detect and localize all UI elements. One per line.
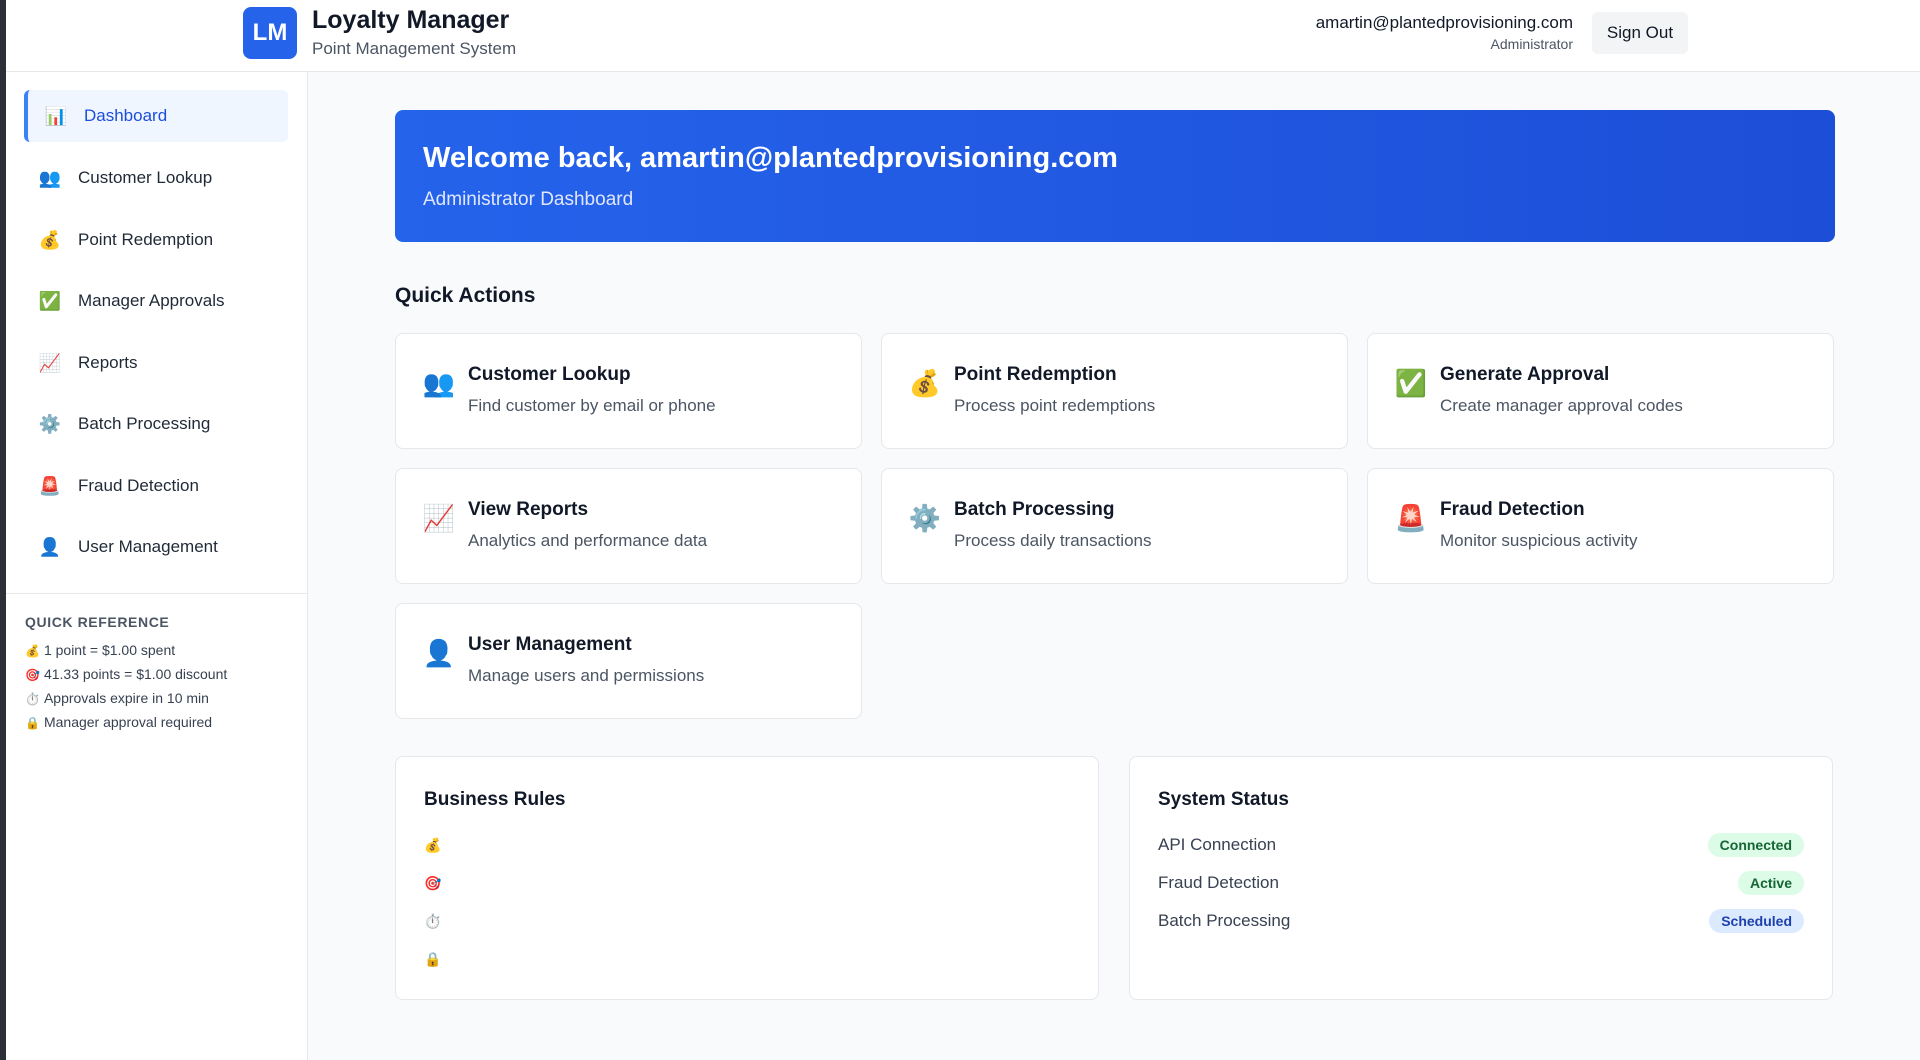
system-status-panel: System Status API Connection Connected F…	[1129, 756, 1833, 1000]
chart-up-icon: 📈	[422, 503, 456, 533]
sign-out-button[interactable]: Sign Out	[1592, 12, 1688, 54]
money-bag-icon: 💰	[38, 229, 62, 250]
top-header: LM Loyalty Manager Point Management Syst…	[6, 0, 1920, 72]
business-rules-panel: Business Rules 💰 🎯 ⏱️ 🔒	[395, 756, 1099, 1000]
bar-chart-icon: 📊	[44, 105, 68, 126]
action-card-title: User Management	[468, 634, 632, 655]
sidebar-item-batch-processing[interactable]: ⚙️ Batch Processing	[24, 398, 288, 450]
user-email: amartin@plantedprovisioning.com	[1315, 13, 1573, 32]
system-status-title: System Status	[1158, 789, 1289, 810]
sidebar-item-dashboard[interactable]: 📊 Dashboard	[24, 90, 288, 142]
user-role: Administrator	[1490, 36, 1573, 52]
app-subtitle: Point Management System	[312, 39, 517, 58]
status-row-fraud: Fraud Detection Active	[1158, 871, 1804, 897]
sidebar-item-label: Point Redemption	[78, 230, 214, 249]
action-card-title: Generate Approval	[1440, 364, 1610, 385]
action-card-point-redemption[interactable]: 💰 Point Redemption Process point redempt…	[881, 333, 1348, 449]
quick-actions-title: Quick Actions	[395, 284, 536, 307]
action-card-title: Fraud Detection	[1440, 499, 1585, 520]
lock-icon: 🔒	[25, 716, 40, 730]
check-mark-icon: ✅	[38, 290, 62, 311]
action-card-desc: Process point redemptions	[954, 396, 1156, 415]
action-card-title: View Reports	[468, 499, 589, 520]
action-card-view-reports[interactable]: 📈 View Reports Analytics and performance…	[395, 468, 862, 584]
app-title: Loyalty Manager	[312, 6, 510, 34]
sidebar-divider	[6, 593, 308, 594]
business-rules-title: Business Rules	[424, 789, 566, 810]
action-card-desc: Find customer by email or phone	[468, 396, 716, 415]
lock-icon: 🔒	[424, 951, 442, 967]
action-card-desc: Create manager approval codes	[1440, 396, 1683, 415]
user-icon: 👤	[38, 536, 62, 557]
welcome-subtitle: Administrator Dashboard	[423, 189, 634, 210]
stopwatch-icon: ⏱️	[25, 692, 40, 706]
quick-reference-item: ⏱️ Approvals expire in 10 min	[25, 690, 209, 706]
user-icon: 👤	[422, 638, 456, 668]
action-card-batch-processing[interactable]: ⚙️ Batch Processing Process daily transa…	[881, 468, 1348, 584]
quick-reference-item: 💰 1 point = $1.00 spent	[25, 642, 176, 658]
status-label: Fraud Detection	[1158, 873, 1279, 892]
sidebar-item-label: User Management	[78, 537, 218, 556]
sidebar-item-customer-lookup[interactable]: 👥 Customer Lookup	[24, 152, 288, 204]
sidebar-item-point-redemption[interactable]: 💰 Point Redemption	[24, 214, 288, 266]
logo-badge: LM	[243, 7, 297, 59]
action-card-title: Batch Processing	[954, 499, 1115, 520]
action-card-desc: Process daily transactions	[954, 531, 1152, 550]
action-card-desc: Monitor suspicious activity	[1440, 531, 1638, 550]
welcome-title: Welcome back, amartin@plantedprovisionin…	[423, 142, 1118, 174]
action-card-title: Customer Lookup	[468, 364, 631, 385]
gear-icon: ⚙️	[38, 413, 62, 434]
sidebar: 📊 Dashboard 👥 Customer Lookup 💰 Point Re…	[6, 72, 308, 1060]
sidebar-item-label: Reports	[78, 353, 138, 372]
sidebar-item-fraud-detection[interactable]: 🚨 Fraud Detection	[24, 460, 288, 512]
users-icon: 👥	[422, 368, 456, 398]
action-card-desc: Analytics and performance data	[468, 531, 708, 550]
status-badge: Connected	[1707, 833, 1804, 857]
users-icon: 👥	[38, 167, 62, 188]
status-badge: Scheduled	[1709, 909, 1804, 933]
sidebar-item-label: Fraud Detection	[78, 476, 199, 495]
sidebar-item-reports[interactable]: 📈 Reports	[24, 337, 288, 389]
status-label: Batch Processing	[1158, 911, 1291, 930]
money-bag-icon: 💰	[424, 837, 442, 853]
sidebar-item-label: Dashboard	[84, 106, 168, 125]
status-row-batch: Batch Processing Scheduled	[1158, 909, 1804, 935]
siren-icon: 🚨	[38, 475, 62, 496]
sidebar-item-label: Manager Approvals	[78, 291, 225, 310]
sidebar-item-label: Customer Lookup	[78, 168, 213, 187]
status-label: API Connection	[1158, 835, 1277, 854]
action-card-generate-approval[interactable]: ✅ Generate Approval Create manager appro…	[1367, 333, 1834, 449]
action-card-user-management[interactable]: 👤 User Management Manage users and permi…	[395, 603, 862, 719]
action-card-fraud-detection[interactable]: 🚨 Fraud Detection Monitor suspicious act…	[1367, 468, 1834, 584]
chart-up-icon: 📈	[38, 352, 62, 373]
gear-icon: ⚙️	[908, 503, 942, 533]
siren-icon: 🚨	[1394, 503, 1428, 533]
target-icon: 🎯	[424, 875, 442, 891]
action-card-customer-lookup[interactable]: 👥 Customer Lookup Find customer by email…	[395, 333, 862, 449]
welcome-banner: Welcome back, amartin@plantedprovisionin…	[395, 110, 1835, 242]
quick-reference-item: 🔒 Manager approval required	[25, 714, 213, 730]
check-mark-icon: ✅	[1394, 368, 1428, 398]
target-icon: 🎯	[25, 668, 40, 682]
status-row-api: API Connection Connected	[1158, 833, 1804, 859]
stopwatch-icon: ⏱️	[424, 913, 442, 929]
action-card-title: Point Redemption	[954, 364, 1117, 385]
money-bag-icon: 💰	[25, 644, 40, 658]
quick-reference-title: QUICK REFERENCE	[25, 614, 170, 630]
quick-reference-item: 🎯 41.33 points = $1.00 discount	[25, 666, 228, 682]
sidebar-item-user-management[interactable]: 👤 User Management	[24, 521, 288, 573]
action-card-desc: Manage users and permissions	[468, 666, 705, 685]
status-badge: Active	[1737, 871, 1804, 895]
money-bag-icon: 💰	[908, 368, 942, 398]
sidebar-item-manager-approvals[interactable]: ✅ Manager Approvals	[24, 275, 288, 327]
sidebar-item-label: Batch Processing	[78, 414, 211, 433]
